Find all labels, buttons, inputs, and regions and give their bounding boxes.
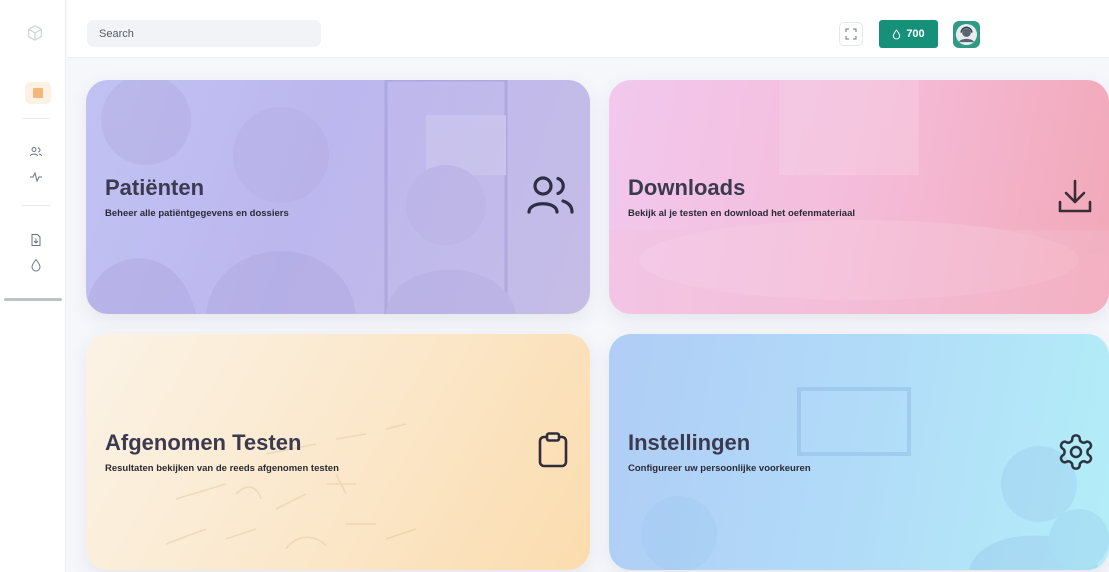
sidebar-item-dashboard[interactable]	[25, 82, 51, 104]
dashboard-square-icon	[33, 88, 43, 98]
sidebar-item-credits[interactable]	[29, 258, 43, 272]
top-bar: 700	[67, 0, 1109, 58]
sidebar-item-patients[interactable]	[29, 145, 43, 159]
download-file-icon	[31, 234, 41, 246]
credits-value: 700	[906, 28, 925, 40]
card-settings[interactable]: Instellingen Configureer uw persoonlijke…	[609, 334, 1109, 570]
download-icon	[1058, 179, 1092, 213]
users-icon	[30, 147, 42, 157]
card-tests[interactable]: Afgenomen Testen Resultaten bekijken van…	[86, 334, 590, 570]
card-title: Patiënten	[105, 175, 205, 200]
sidebar-divider	[22, 118, 50, 119]
activity-icon	[30, 171, 42, 183]
gear-icon	[1059, 434, 1093, 470]
avatar[interactable]	[953, 21, 980, 48]
cube-logo-icon[interactable]	[26, 24, 44, 42]
card-title: Instellingen	[628, 430, 751, 455]
card-description: Beheer alle patiëntgegevens en dossiers	[105, 208, 289, 219]
sidebar-item-downloads[interactable]	[29, 233, 43, 247]
card-downloads[interactable]: Downloads Bekijk al je testen en downloa…	[609, 80, 1109, 314]
search-input[interactable]	[87, 20, 321, 47]
card-title: Downloads	[628, 175, 746, 200]
card-description: Resultaten bekijken van de reeds afgenom…	[105, 463, 339, 474]
user-avatar-icon	[955, 23, 978, 46]
card-patients[interactable]: Patiënten Beheer alle patiëntgegevens en…	[86, 80, 590, 314]
card-description: Bekijk al je testen en download het oefe…	[628, 208, 856, 219]
drop-icon	[31, 258, 41, 272]
credits-button[interactable]: 700	[879, 20, 938, 48]
sidebar-item-activity[interactable]	[29, 170, 43, 184]
card-title: Afgenomen Testen	[105, 430, 302, 455]
fullscreen-button[interactable]	[839, 22, 863, 46]
sidebar-scroll-indicator	[4, 298, 62, 301]
drop-icon	[893, 28, 901, 39]
sidebar	[0, 0, 66, 572]
fullscreen-icon	[845, 28, 857, 40]
clipboard-icon	[538, 432, 568, 468]
card-description: Configureer uw persoonlijke voorkeuren	[628, 463, 811, 474]
sidebar-divider	[22, 205, 50, 206]
users-icon	[527, 176, 574, 214]
